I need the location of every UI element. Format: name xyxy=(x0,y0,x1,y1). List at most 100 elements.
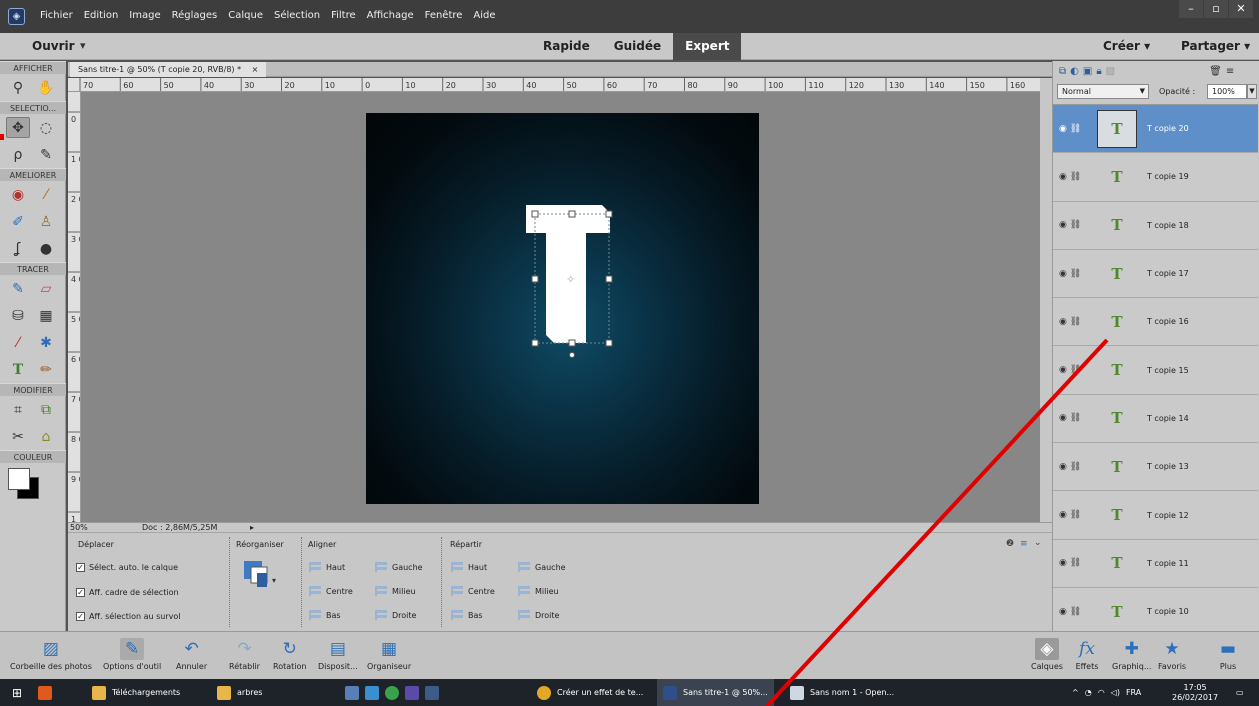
organizer-button[interactable]: ▦ Organiseur xyxy=(367,632,411,680)
tool-options-button[interactable]: ✎ Options d'outil xyxy=(103,632,161,680)
visibility-eye-icon[interactable]: ◉ ⛓ xyxy=(1053,124,1085,134)
align-middle-button[interactable]: Milieu xyxy=(375,586,416,596)
text-tool-icon[interactable]: T xyxy=(6,359,30,380)
mode-guided[interactable]: Guidée xyxy=(602,33,673,60)
distribute-middle-button[interactable]: Milieu xyxy=(518,586,559,596)
layer-mask-icon[interactable]: ▣ xyxy=(1083,66,1092,77)
share-button[interactable]: Partager ▾ xyxy=(1181,39,1250,53)
layer-row[interactable]: ◉ ⛓ T T copie 19 xyxy=(1053,153,1258,202)
crop-tool-icon[interactable]: ⌗ xyxy=(6,399,30,420)
visibility-eye-icon[interactable]: ◉ ⛓ xyxy=(1053,558,1085,568)
photo-bin-button[interactable]: ▨ Corbeille des photos xyxy=(10,632,92,680)
layer-row[interactable]: ◉ ⛓ T T copie 14 xyxy=(1053,394,1258,444)
collapse-options-icon[interactable]: ⌄ xyxy=(1034,538,1042,548)
menu-window[interactable]: Fenêtre xyxy=(425,10,463,21)
taskbar-item-photoshop[interactable]: Sans titre-1 @ 50%... xyxy=(657,679,774,706)
visibility-eye-icon[interactable]: ◉ ⛓ xyxy=(1053,607,1085,617)
menu-help[interactable]: Aide xyxy=(473,10,495,21)
paint-bucket-icon[interactable]: ⛁ xyxy=(6,305,30,326)
pencil-tool-icon[interactable]: ✏ xyxy=(34,359,58,380)
visibility-eye-icon[interactable]: ◉ ⛓ xyxy=(1053,269,1085,279)
clone-stamp-icon[interactable]: ♙ xyxy=(34,211,58,232)
vertical-scrollbar[interactable] xyxy=(1040,78,1052,522)
distribute-bottom-button[interactable]: Bas xyxy=(451,610,483,620)
zoom-tool-icon[interactable]: ⚲ xyxy=(6,77,30,98)
recompose-tool-icon[interactable]: ⧉ xyxy=(34,399,58,420)
layer-row[interactable]: ◉ ⛓ T T copie 15 xyxy=(1053,346,1258,395)
layer-row[interactable]: ◉ ⛓ T T copie 12 xyxy=(1053,491,1258,540)
align-center-button[interactable]: Centre xyxy=(309,586,353,596)
visibility-eye-icon[interactable]: ◉ ⛓ xyxy=(1053,510,1085,520)
layer-row[interactable]: ◉ ⛓ T T copie 10 xyxy=(1053,587,1258,631)
menu-layer[interactable]: Calque xyxy=(228,10,263,21)
taskbar-item-trees[interactable]: arbres xyxy=(217,679,262,706)
taskbar-item-downloads[interactable]: Téléchargements xyxy=(92,679,180,706)
menu-image[interactable]: Image xyxy=(129,10,160,21)
lasso-tool-icon[interactable]: ρ xyxy=(6,144,30,165)
panel-menu-icon[interactable]: ≡ xyxy=(1226,66,1234,77)
doc-size-info[interactable]: Doc : 2,86M/5,25M xyxy=(142,523,217,532)
show-bounding-box-checkbox[interactable]: ✓ Aff. cadre de sélection xyxy=(76,588,179,597)
visibility-eye-icon[interactable]: ◉ ⛓ xyxy=(1053,172,1085,182)
taskbar-item-openoffice[interactable]: Sans nom 1 - Open... xyxy=(790,679,894,706)
visibility-eye-icon[interactable]: ◉ ⛓ xyxy=(1053,317,1085,327)
distribute-right-button[interactable]: Droite xyxy=(518,610,559,620)
document-image[interactable]: ✧ xyxy=(366,113,759,504)
taskbar-app-media[interactable] xyxy=(38,679,52,706)
eraser-tool-icon[interactable]: ▱ xyxy=(34,278,58,299)
layout-button[interactable]: ▤ Disposit... xyxy=(318,632,358,680)
show-highlight-checkbox[interactable]: ✓ Aff. sélection au survol xyxy=(76,612,180,621)
start-button[interactable]: ⊞ xyxy=(12,679,22,706)
layers-button[interactable]: ◈ Calques xyxy=(1031,632,1063,680)
menu-file[interactable]: Fichier xyxy=(40,10,73,21)
elliptical-marquee-icon[interactable]: ◌ xyxy=(34,117,58,138)
delete-layer-icon[interactable]: 🗑︎ xyxy=(1209,66,1222,77)
color-swatches[interactable] xyxy=(0,463,65,503)
hand-tool-icon[interactable]: ✋ xyxy=(34,77,58,98)
layer-row[interactable]: ◉ ⛓ T T copie 18 xyxy=(1053,201,1258,250)
menu-filter[interactable]: Filtre xyxy=(331,10,356,21)
sponge-tool-icon[interactable]: ● xyxy=(34,238,58,259)
mode-expert[interactable]: Expert xyxy=(673,33,742,60)
options-menu-icon[interactable]: ≡ xyxy=(1020,539,1028,549)
close-tab-icon[interactable]: × xyxy=(252,65,259,74)
close-button[interactable]: ✕ xyxy=(1229,0,1253,18)
opacity-dropdown-icon[interactable]: ▼ xyxy=(1247,84,1257,99)
straighten-tool-icon[interactable]: ⌂ xyxy=(34,426,58,447)
new-layer-icon[interactable]: ⧉ xyxy=(1059,66,1066,77)
taskbar-app-pinned[interactable] xyxy=(345,679,439,706)
foreground-color-swatch[interactable] xyxy=(8,468,30,490)
redo-button[interactable]: ↷ Rétablir xyxy=(229,632,260,680)
quick-selection-icon[interactable]: ✎ xyxy=(34,144,58,165)
favorites-button[interactable]: ★ Favoris xyxy=(1158,632,1186,680)
lock-all-icon[interactable]: 🔒︎ xyxy=(1096,66,1101,77)
open-button[interactable]: Ouvrir xyxy=(32,39,75,53)
document-tab[interactable]: Sans titre-1 @ 50% (T copie 20, RVB/8) *… xyxy=(70,62,267,77)
minimize-button[interactable]: – xyxy=(1179,0,1203,18)
align-bottom-button[interactable]: Bas xyxy=(309,610,341,620)
brush-tool-icon[interactable]: ✎ xyxy=(6,278,30,299)
notifications-button[interactable]: ▭ xyxy=(1236,679,1244,706)
auto-select-layer-checkbox[interactable]: ✓ Sélect. auto. le calque xyxy=(76,563,178,572)
lock-transparency-icon[interactable]: ▨ xyxy=(1106,66,1115,77)
open-dropdown-icon[interactable]: ▾ xyxy=(80,39,86,52)
volume-icon[interactable]: ◁) xyxy=(1111,688,1120,697)
align-left-button[interactable]: Gauche xyxy=(375,562,423,572)
blend-mode-select[interactable]: Normal ▼ xyxy=(1057,84,1149,99)
align-right-button[interactable]: Droite xyxy=(375,610,416,620)
layer-row[interactable]: ◉ ⛓ T T copie 13 xyxy=(1053,443,1258,492)
distribute-left-button[interactable]: Gauche xyxy=(518,562,566,572)
distribute-top-button[interactable]: Haut xyxy=(451,562,487,572)
visibility-eye-icon[interactable]: ◉ ⛓ xyxy=(1053,413,1085,423)
opacity-input[interactable]: 100% xyxy=(1207,84,1247,99)
maximize-button[interactable]: ▫ xyxy=(1204,0,1228,18)
help-icon[interactable]: ❷ xyxy=(1006,539,1014,549)
canvas-area[interactable]: ✧ xyxy=(81,92,1040,522)
network-icon[interactable]: ◔ xyxy=(1085,688,1092,697)
visibility-eye-icon[interactable]: ◉ ⛓ xyxy=(1053,462,1085,472)
blur-tool-icon[interactable]: ʆ xyxy=(6,238,30,259)
tray-chevron-icon[interactable]: ^ xyxy=(1072,688,1079,697)
graphics-button[interactable]: ✚ Graphiq... xyxy=(1112,632,1151,680)
mode-quick[interactable]: Rapide xyxy=(531,33,602,60)
align-top-button[interactable]: Haut xyxy=(309,562,345,572)
